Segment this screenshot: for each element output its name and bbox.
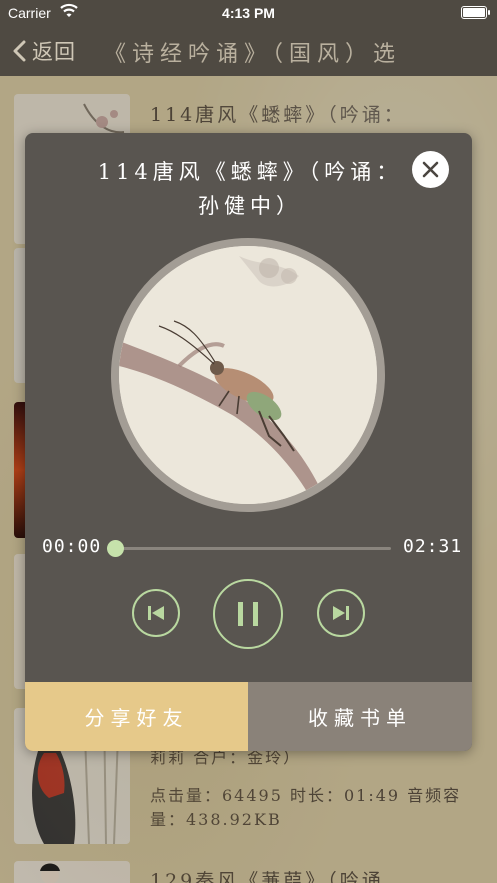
close-button[interactable] <box>412 151 449 188</box>
player-title: 114唐风《蟋蟀》（吟诵：孙健中） <box>97 160 403 218</box>
share-button[interactable]: 分享好友 <box>25 682 248 751</box>
progress-thumb[interactable] <box>107 540 124 557</box>
current-time: 00:00 <box>42 536 102 557</box>
status-time: 4:13 PM <box>222 5 275 21</box>
skip-previous-icon <box>148 606 164 620</box>
collect-button[interactable]: 收藏书单 <box>248 682 472 751</box>
total-time: 02:31 <box>403 536 463 557</box>
audio-player-modal: 114唐风《蟋蟀》（吟诵：孙健中） 00:00 02:31 分享好友 收藏书单 <box>25 133 472 751</box>
play-pause-button[interactable] <box>213 579 283 649</box>
back-label: 返回 <box>32 40 76 64</box>
chevron-left-icon <box>13 40 26 62</box>
status-bar: Carrier 4:13 PM <box>0 0 497 26</box>
close-icon <box>422 161 439 178</box>
album-cover <box>111 238 385 512</box>
previous-button[interactable] <box>132 589 180 637</box>
page-title: 《诗经吟诵》（国风）选 <box>104 42 402 67</box>
navigation-bar: 返回 《诗经吟诵》（国风）选 <box>0 26 497 76</box>
back-button[interactable]: 返回 <box>12 36 76 66</box>
battery-icon <box>461 6 490 19</box>
skip-next-icon <box>333 606 349 620</box>
progress-slider[interactable] <box>107 540 391 557</box>
pause-icon <box>238 602 258 626</box>
next-button[interactable] <box>317 589 365 637</box>
